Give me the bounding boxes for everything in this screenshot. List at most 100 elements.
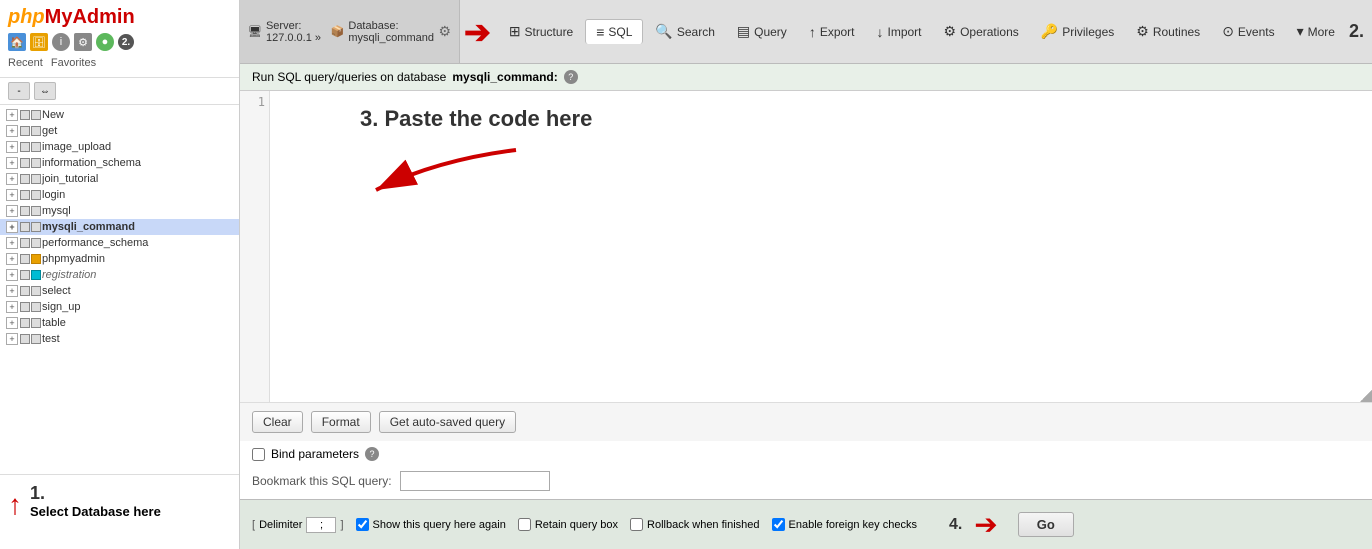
expand-icon[interactable]: +: [6, 253, 18, 265]
tab-query[interactable]: ▤Query: [727, 19, 797, 44]
db-name-label: table: [42, 317, 66, 329]
tab-operations[interactable]: ⚙Operations: [934, 19, 1029, 44]
rollback-group: Rollback when finished: [630, 518, 760, 531]
expand-btn[interactable]: ⇔: [34, 82, 56, 100]
sql-editor-input[interactable]: [270, 91, 1372, 402]
tab-more[interactable]: ▾More: [1287, 19, 1345, 44]
tab-export[interactable]: ↑Export: [799, 20, 865, 44]
expand-icon[interactable]: +: [6, 157, 18, 169]
expand-icon[interactable]: +: [6, 205, 18, 217]
db-name-label: join_tutorial: [42, 173, 98, 185]
delimiter-input[interactable]: [306, 517, 336, 533]
database-tree: +New+get+image_upload+information_schema…: [0, 105, 239, 474]
tab-sql[interactable]: ≡SQL: [585, 19, 643, 44]
sidebar-item-registration[interactable]: +registration: [0, 267, 239, 283]
query-header-db: mysqli_command:: [452, 70, 557, 84]
expand-icon[interactable]: +: [6, 221, 18, 233]
tab-label-routines: Routines: [1153, 25, 1200, 39]
step2-label: 2.: [1349, 21, 1372, 42]
sidebar-item-login[interactable]: +login: [0, 187, 239, 203]
recent-favorites-bar: Recent Favorites: [8, 55, 231, 71]
sidebar-item-New[interactable]: +New: [0, 107, 239, 123]
structure-icon: ⊞: [509, 23, 521, 40]
nav-tabs: ⊞ Structure ≡SQL🔍Search▤Query↑Export↓Impor…: [495, 0, 1349, 63]
sidebar-item-information-schema[interactable]: +information_schema: [0, 155, 239, 171]
show-query-checkbox[interactable]: [356, 518, 369, 531]
sidebar-item-sign-up[interactable]: +sign_up: [0, 299, 239, 315]
db-icon-b: [31, 286, 41, 296]
expand-icon[interactable]: +: [6, 173, 18, 185]
tab-label-structure: Structure: [525, 25, 574, 39]
gear-icon[interactable]: ⚙: [74, 33, 92, 51]
show-query-label: Show this query here again: [373, 519, 506, 531]
sidebar-item-performance-schema[interactable]: +performance_schema: [0, 235, 239, 251]
db-name-label: mysql: [42, 205, 71, 217]
tab-import[interactable]: ↓Import: [867, 20, 932, 44]
retain-query-checkbox[interactable]: [518, 518, 531, 531]
expand-icon[interactable]: +: [6, 269, 18, 281]
foreign-key-checkbox[interactable]: [772, 518, 785, 531]
db-icon-a: [20, 270, 30, 280]
expand-icon[interactable]: +: [6, 125, 18, 137]
collapse-btn[interactable]: -: [8, 82, 30, 100]
db-icon-b: [31, 238, 41, 248]
sidebar-item-join-tutorial[interactable]: + join_tutorial: [0, 171, 239, 187]
db-icon-b: [31, 270, 41, 280]
resize-handle[interactable]: [1360, 390, 1372, 402]
editor-area: 1 3. Paste the code here: [240, 91, 1372, 402]
db-icon-b: [31, 158, 41, 168]
query-header: Run SQL query/queries on database mysqli…: [240, 64, 1372, 91]
settings-icon[interactable]: ⚙: [438, 23, 451, 40]
sidebar-item-image-upload[interactable]: +image_upload: [0, 139, 239, 155]
server-breadcrumb: 🖥 Server: 127.0.0.1 » 📦 Database: mysqli…: [240, 0, 460, 63]
bind-params-label: Bind parameters: [271, 447, 359, 461]
tab-label-more: More: [1308, 25, 1335, 39]
status-icon[interactable]: ●: [96, 33, 114, 51]
sidebar-item-get[interactable]: +get: [0, 123, 239, 139]
rollback-checkbox[interactable]: [630, 518, 643, 531]
clear-button[interactable]: Clear: [252, 411, 303, 433]
db-icon-a: [20, 126, 30, 136]
rollback-label: Rollback when finished: [647, 519, 760, 531]
expand-icon[interactable]: +: [6, 333, 18, 345]
tab-search[interactable]: 🔍Search: [645, 19, 724, 44]
expand-icon[interactable]: +: [6, 285, 18, 297]
tab-events[interactable]: ⊙Events: [1212, 19, 1284, 44]
query-header-text: Run SQL query/queries on database: [252, 70, 446, 84]
autosave-button[interactable]: Get auto-saved query: [379, 411, 516, 433]
expand-icon[interactable]: +: [6, 189, 18, 201]
sidebar-item-mysqli-command[interactable]: +mysqli_command: [0, 219, 239, 235]
query-icon: ▤: [737, 23, 750, 40]
sidebar-item-select[interactable]: +select: [0, 283, 239, 299]
sidebar-item-mysql[interactable]: + mysql: [0, 203, 239, 219]
bind-params-help-icon[interactable]: ?: [365, 447, 379, 461]
version-badge: 2.: [118, 34, 134, 50]
server-label: Server: 127.0.0.1 »: [266, 20, 327, 44]
sql-content-area: Run SQL query/queries on database mysqli…: [240, 64, 1372, 549]
favorites-link[interactable]: Favorites: [51, 57, 96, 69]
db-icon-b: [31, 174, 41, 184]
expand-icon[interactable]: +: [6, 141, 18, 153]
format-button[interactable]: Format: [311, 411, 371, 433]
help-icon[interactable]: ?: [564, 70, 578, 84]
tab-privileges[interactable]: 🔑Privileges: [1031, 19, 1124, 44]
recent-link[interactable]: Recent: [8, 57, 43, 69]
home-icon[interactable]: 🏠: [8, 33, 26, 51]
info-icon[interactable]: i: [52, 33, 70, 51]
expand-icon[interactable]: +: [6, 301, 18, 313]
go-button[interactable]: Go: [1018, 512, 1074, 537]
expand-icon[interactable]: +: [6, 109, 18, 121]
sidebar: phpMyAdmin 🏠 🗄 i ⚙ ● 2. Recent Favorites…: [0, 0, 240, 549]
tab-label-operations: Operations: [960, 25, 1019, 39]
sidebar-item-test[interactable]: +test: [0, 331, 239, 347]
bind-params-checkbox[interactable]: [252, 448, 265, 461]
sidebar-item-table[interactable]: + table: [0, 315, 239, 331]
sidebar-item-phpmyadmin[interactable]: +phpmyadmin: [0, 251, 239, 267]
expand-icon[interactable]: +: [6, 237, 18, 249]
delimiter-group: [ Delimiter ]: [252, 517, 344, 533]
expand-icon[interactable]: +: [6, 317, 18, 329]
tab-routines[interactable]: ⚙Routines: [1126, 19, 1210, 44]
bookmark-input[interactable]: [400, 471, 550, 491]
tab-structure[interactable]: ⊞ Structure: [499, 19, 583, 44]
database-icon[interactable]: 🗄: [30, 33, 48, 51]
